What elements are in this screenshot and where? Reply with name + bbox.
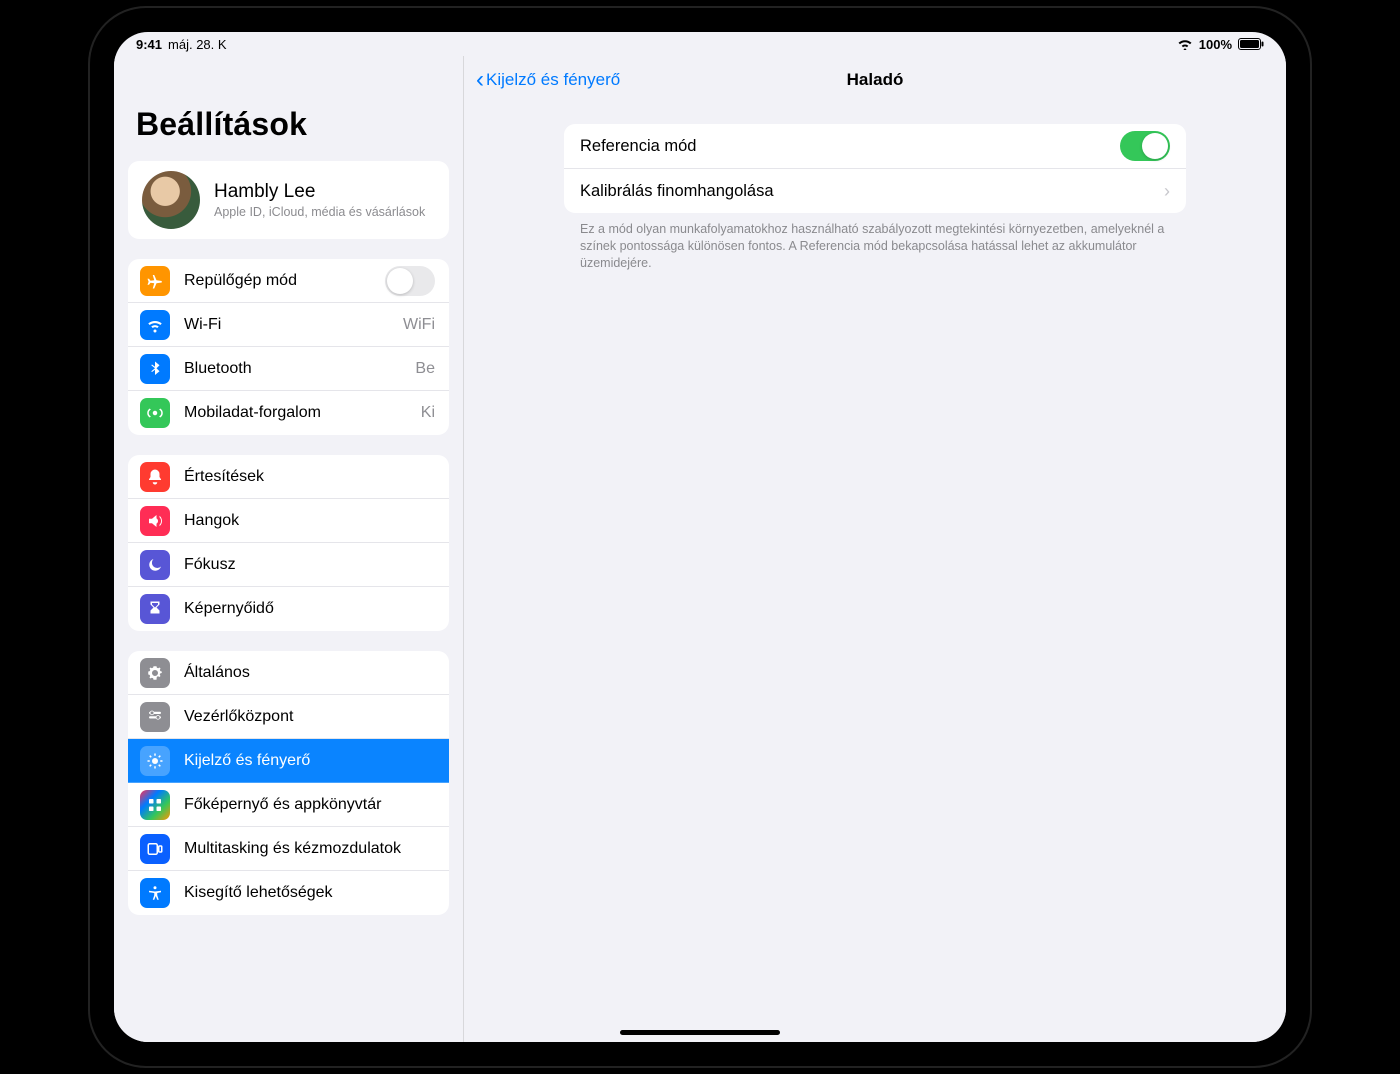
accessibility-icon xyxy=(140,878,170,908)
sun-icon xyxy=(140,746,170,776)
bluetooth-label: Bluetooth xyxy=(184,360,401,378)
group-notifications: Értesítések Hangok Fókusz xyxy=(128,455,449,631)
detail-pane: ‹ Kijelző és fényerő Haladó Referencia m… xyxy=(464,56,1286,1042)
reference-mode-switch[interactable] xyxy=(1120,131,1170,161)
focus-label: Fókusz xyxy=(184,556,435,574)
row-bluetooth[interactable]: Bluetooth Be xyxy=(128,347,449,391)
row-reference-mode[interactable]: Referencia mód xyxy=(564,124,1186,169)
row-multitasking[interactable]: Multitasking és kézmozdulatok xyxy=(128,827,449,871)
row-cellular[interactable]: Mobiladat-forgalom Ki xyxy=(128,391,449,435)
row-control-center[interactable]: Vezérlőközpont xyxy=(128,695,449,739)
back-button[interactable]: ‹ Kijelző és fényerő xyxy=(476,68,620,92)
wifi-status-icon xyxy=(1177,38,1193,50)
speaker-icon xyxy=(140,506,170,536)
row-general[interactable]: Általános xyxy=(128,651,449,695)
row-homescreen[interactable]: Főképernyő és appkönyvtár xyxy=(128,783,449,827)
row-display-brightness[interactable]: Kijelző és fényerő xyxy=(128,739,449,783)
controlcenter-label: Vezérlőközpont xyxy=(184,708,435,726)
home-indicator[interactable] xyxy=(620,1030,780,1035)
sidebar-title: Beállítások xyxy=(136,106,441,143)
notifications-label: Értesítések xyxy=(184,468,435,486)
row-sounds[interactable]: Hangok xyxy=(128,499,449,543)
bluetooth-icon xyxy=(140,354,170,384)
calibration-label: Kalibrálás finomhangolása xyxy=(580,182,1164,201)
multitasking-icon xyxy=(140,834,170,864)
row-calibration[interactable]: Kalibrálás finomhangolása › xyxy=(564,169,1186,213)
row-airplane-mode[interactable]: Repülőgép mód xyxy=(128,259,449,303)
row-notifications[interactable]: Értesítések xyxy=(128,455,449,499)
wifi-label: Wi-Fi xyxy=(184,316,389,334)
wifi-icon xyxy=(140,310,170,340)
bluetooth-value: Be xyxy=(415,360,435,378)
profile-subtitle: Apple ID, iCloud, média és vásárlások xyxy=(214,205,425,219)
status-time: 9:41 xyxy=(136,37,162,52)
detail-navbar: ‹ Kijelző és fényerő Haladó xyxy=(464,56,1286,104)
airplane-label: Repülőgép mód xyxy=(184,272,371,290)
settings-sidebar[interactable]: Beállítások Hambly Lee Apple ID, iCloud,… xyxy=(114,56,464,1042)
group-footer-text: Ez a mód olyan munkafolyamatokhoz haszná… xyxy=(564,213,1186,272)
apple-id-row[interactable]: Hambly Lee Apple ID, iCloud, média és vá… xyxy=(128,161,449,239)
cellular-label: Mobiladat-forgalom xyxy=(184,404,407,422)
advanced-group: Referencia mód Kalibrálás finomhangolása… xyxy=(564,124,1186,213)
gear-icon xyxy=(140,658,170,688)
sliders-icon xyxy=(140,702,170,732)
battery-percentage: 100% xyxy=(1199,37,1232,52)
battery-icon xyxy=(1238,38,1264,50)
profile-name: Hambly Lee xyxy=(214,181,425,203)
airplane-icon xyxy=(140,266,170,296)
status-bar: 9:41 máj. 28. K 100% xyxy=(114,32,1286,56)
row-focus[interactable]: Fókusz xyxy=(128,543,449,587)
avatar xyxy=(142,171,200,229)
display-label: Kijelző és fényerő xyxy=(184,752,435,770)
back-label: Kijelző és fényerő xyxy=(486,70,620,90)
airplane-switch[interactable] xyxy=(385,266,435,296)
group-general: Általános Vezérlőközpont Kijelző és fény… xyxy=(128,651,449,915)
hourglass-icon xyxy=(140,594,170,624)
cellular-value: Ki xyxy=(421,404,435,422)
row-accessibility[interactable]: Kisegítő lehetőségek xyxy=(128,871,449,915)
homescreen-label: Főképernyő és appkönyvtár xyxy=(184,796,435,814)
cellular-icon xyxy=(140,398,170,428)
chevron-right-icon: › xyxy=(1164,181,1170,202)
accessibility-label: Kisegítő lehetőségek xyxy=(184,884,435,902)
wifi-value: WiFi xyxy=(403,316,435,334)
chevron-left-icon: ‹ xyxy=(476,68,484,92)
group-connectivity: Repülőgép mód Wi-Fi WiFi xyxy=(128,259,449,435)
row-wifi[interactable]: Wi-Fi WiFi xyxy=(128,303,449,347)
screen: 9:41 máj. 28. K 100% Beállítások xyxy=(114,32,1286,1042)
general-label: Általános xyxy=(184,664,435,682)
sounds-label: Hangok xyxy=(184,512,435,530)
reference-mode-label: Referencia mód xyxy=(580,137,1120,156)
screentime-label: Képernyőidő xyxy=(184,600,435,618)
grid-icon xyxy=(140,790,170,820)
multitasking-label: Multitasking és kézmozdulatok xyxy=(184,840,435,858)
status-date: máj. 28. K xyxy=(168,37,227,52)
ipad-frame: 9:41 máj. 28. K 100% Beállítások xyxy=(90,8,1310,1066)
moon-icon xyxy=(140,550,170,580)
bell-icon xyxy=(140,462,170,492)
row-screentime[interactable]: Képernyőidő xyxy=(128,587,449,631)
